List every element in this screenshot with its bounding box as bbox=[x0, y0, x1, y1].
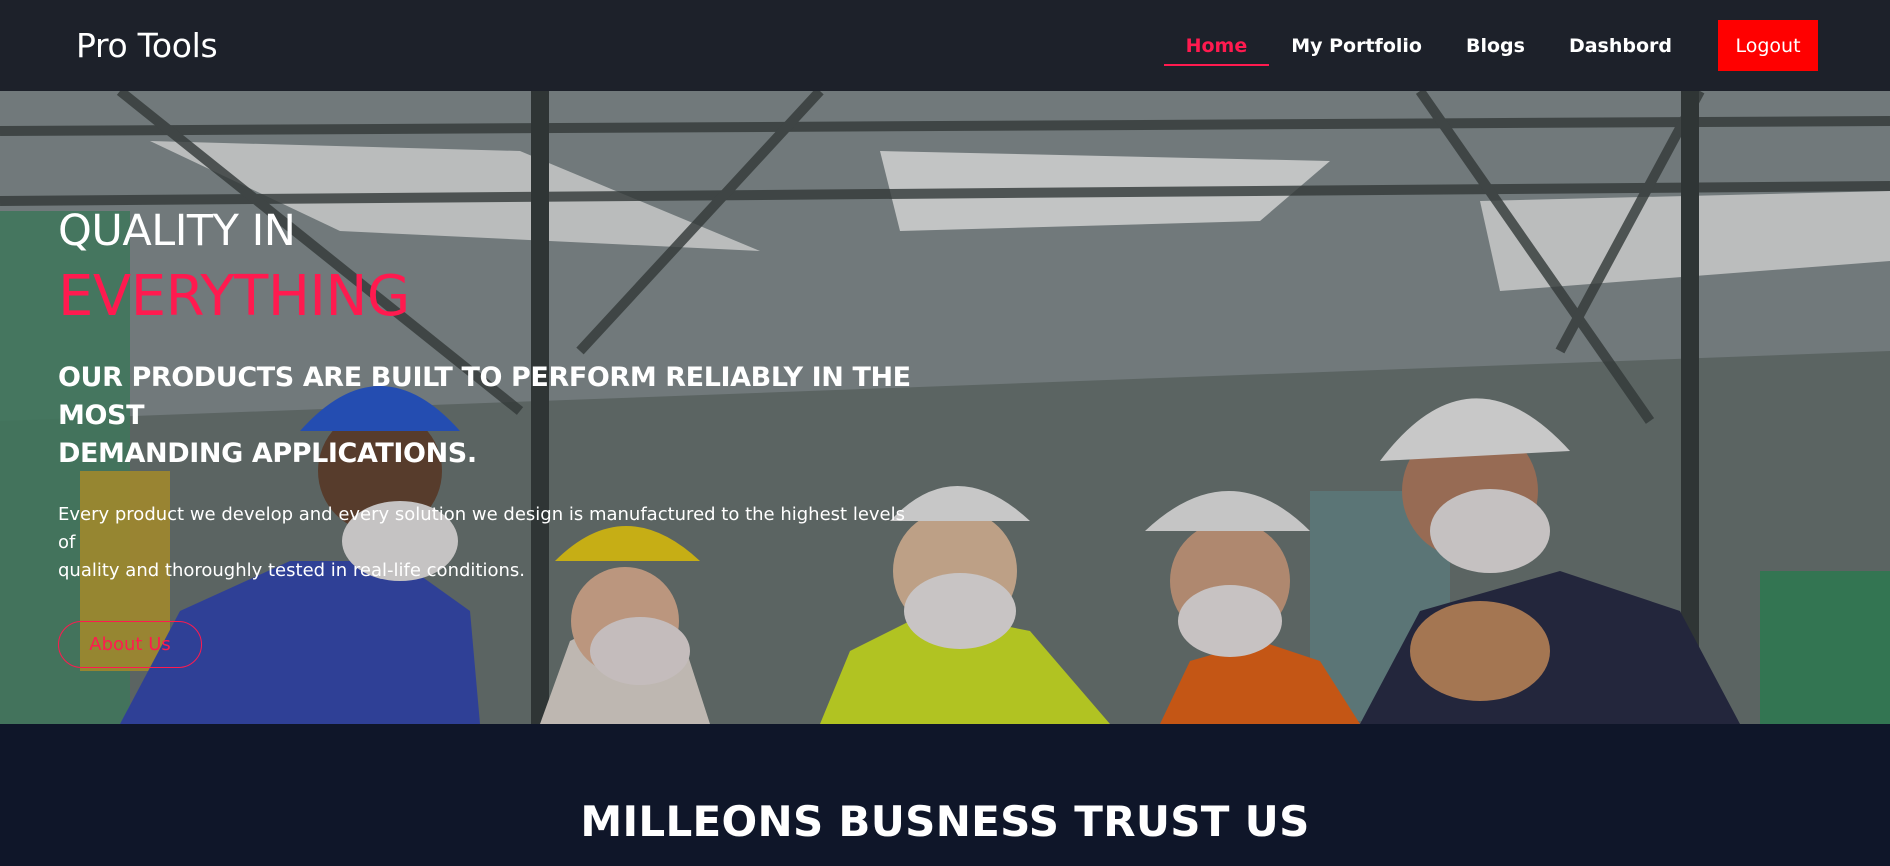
hero-subtitle-line1: OUR PRODUCTS ARE BUILT TO PERFORM RELIAB… bbox=[58, 362, 911, 431]
hero-subtitle-line2: DEMANDING APPLICATIONS. bbox=[58, 438, 477, 469]
hero-description-line1: Every product we develop and every solut… bbox=[58, 504, 905, 553]
brand-logo[interactable]: Pro Tools bbox=[76, 26, 218, 65]
hero-banner: QUALITY IN EVERYTHING OUR PRODUCTS ARE B… bbox=[0, 91, 1890, 724]
top-navbar: Pro Tools Home My Portfolio Blogs Dashbo… bbox=[0, 0, 1890, 91]
hero-subtitle: OUR PRODUCTS ARE BUILT TO PERFORM RELIAB… bbox=[58, 359, 938, 473]
hero-description: Every product we develop and every solut… bbox=[58, 501, 918, 585]
nav-link-blogs[interactable]: Blogs bbox=[1444, 0, 1547, 91]
nav-links: Home My Portfolio Blogs Dashbord Logout bbox=[1163, 0, 1818, 91]
nav-link-home[interactable]: Home bbox=[1163, 0, 1270, 91]
trust-section: MILLEONS BUSNESS TRUST US bbox=[0, 724, 1890, 866]
hero-description-line2: quality and thoroughly tested in real-li… bbox=[58, 560, 525, 581]
logout-button[interactable]: Logout bbox=[1718, 20, 1818, 71]
hero-title-line1: QUALITY IN bbox=[58, 206, 296, 256]
hero-title-line2: EVERYTHING bbox=[58, 264, 410, 329]
trust-section-title: MILLEONS BUSNESS TRUST US bbox=[580, 797, 1310, 846]
hero-content: QUALITY IN EVERYTHING OUR PRODUCTS ARE B… bbox=[58, 206, 938, 668]
nav-link-dashbord[interactable]: Dashbord bbox=[1547, 0, 1694, 91]
about-us-button[interactable]: About Us bbox=[58, 621, 202, 668]
nav-link-my-portfolio[interactable]: My Portfolio bbox=[1269, 0, 1444, 91]
